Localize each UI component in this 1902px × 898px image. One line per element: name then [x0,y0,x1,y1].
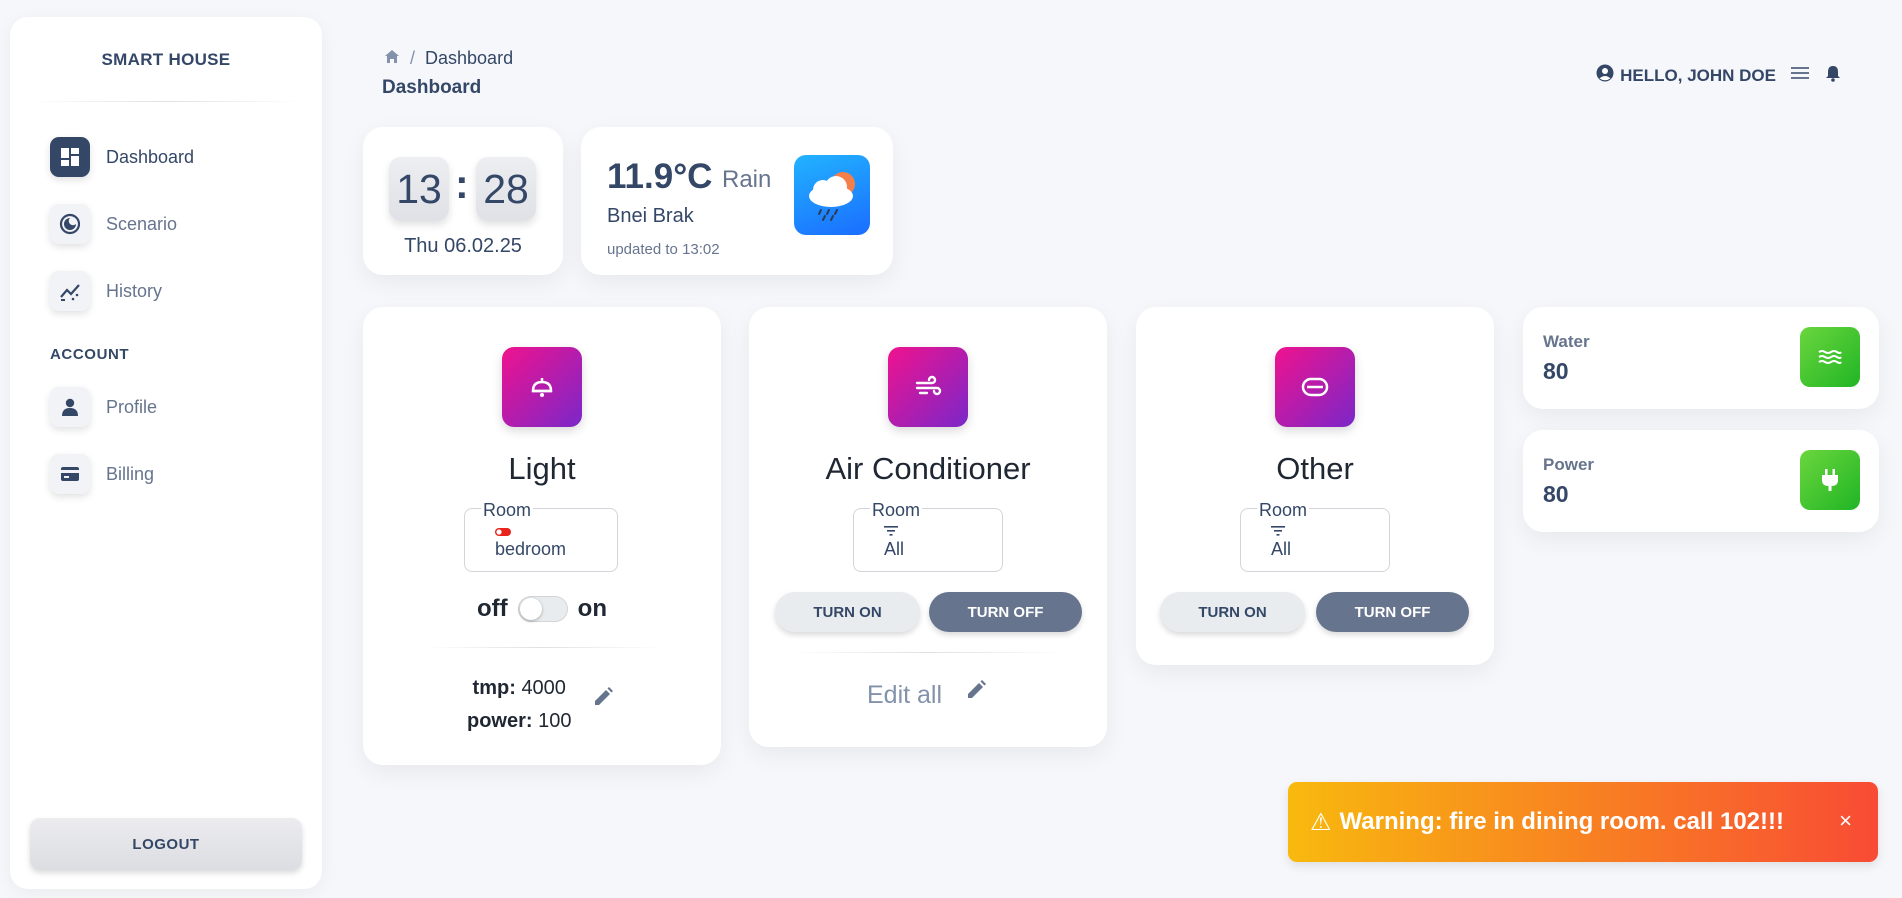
tmp-value: 4000 [521,677,566,699]
light-card: Light Room bedroom off on tmp: 4000 powe… [363,307,721,765]
device-icon [1275,347,1355,427]
alert-message: Warning: fire in dining room. call 102!!… [1339,808,1784,835]
sidebar-item-label: History [106,280,163,301]
sidebar-item-label: Dashboard [106,146,195,167]
room-value: All [1271,539,1292,559]
wind-icon [888,347,968,427]
sidebar-item-dashboard[interactable]: Dashboard [50,137,194,177]
sidebar-item-history[interactable]: History [50,271,162,311]
weather-temperature: 11.9°C [607,157,713,196]
rain-cloud-icon [794,155,870,235]
dashboard-icon [50,137,90,177]
lamp-icon [502,347,582,427]
room-label: Room [481,500,534,521]
sidebar-item-scenario[interactable]: Scenario [50,204,177,244]
plug-icon [1800,450,1860,510]
sidebar-item-label: Scenario [106,213,178,234]
breadcrumb-current: Dashboard [425,48,514,68]
sidebar-item-label: Billing [106,463,155,484]
home-icon[interactable] [384,48,400,69]
clock-date: Thu 06.02.25 [404,235,522,257]
weather-updated: updated to 13:02 [607,241,720,258]
light-stats: tmp: 4000 power: 100 [467,672,572,738]
clock-minutes: 28 [476,157,536,221]
pencil-icon[interactable] [591,685,615,714]
turn-on-button[interactable]: TURN ON [775,592,920,632]
edit-all-link[interactable]: Edit all [867,681,942,710]
sidebar-item-profile[interactable]: Profile [50,387,157,427]
brand-title: SMART HOUSE [101,50,231,69]
power-label: power: [467,710,533,732]
clock-card: 13 : 28 Thu 06.02.25 [363,127,563,275]
menu-icon[interactable] [1790,65,1810,86]
weather-city: Bnei Brak [607,205,694,227]
air-conditioner-card: Air Conditioner Room All TURN ON TURN OF… [749,307,1107,747]
divider [28,101,304,102]
room-select[interactable]: Room bedroom [464,500,618,572]
warning-alert: ⚠ Warning: fire in dining room. call 102… [1288,782,1878,862]
device-title: Air Conditioner [825,451,1031,486]
logout-button[interactable]: LOGOUT [30,818,302,870]
other-card: Other Room All TURN ON TURN OFF [1136,307,1494,665]
stat-label: Water [1543,332,1590,351]
room-label: Room [1257,500,1310,521]
greeting-text: HELLO, JOHN DOE [1620,65,1776,85]
turn-off-button[interactable]: TURN OFF [1316,592,1469,632]
sidebar: SMART HOUSE Dashboard Scenario History A… [10,17,322,889]
power-value: 100 [538,710,572,732]
credit-card-icon [50,454,90,494]
stat-value: 80 [1543,358,1569,384]
close-icon[interactable]: × [1839,808,1852,834]
divider [423,647,661,648]
breadcrumb: / Dashboard [384,48,513,69]
breadcrumb-separator: / [410,48,416,68]
person-icon [50,387,90,427]
scenario-icon [50,204,90,244]
power-stat-card: Power 80 [1523,430,1879,532]
header-actions: HELLO, JOHN DOE [1596,64,1842,87]
weather-condition: Rain [722,166,772,193]
clock-colon: : [455,161,469,207]
device-title: Light [508,451,576,486]
off-label: off [477,595,508,622]
user-circle-icon [1596,64,1614,87]
sidebar-item-label: Profile [106,396,158,417]
clock-hours: 13 [389,157,449,221]
room-value: All [884,539,905,559]
stat-value: 80 [1543,481,1569,507]
power-toggle-row: off on [363,595,721,623]
pencil-icon[interactable] [964,678,988,707]
stat-label: Power [1543,455,1595,474]
page-title: Dashboard [382,77,482,98]
weather-card: 11.9°C Rain Bnei Brak updated to 13:02 [581,127,893,275]
water-icon [1800,327,1860,387]
sidebar-item-billing[interactable]: Billing [50,454,154,494]
turn-off-button[interactable]: TURN OFF [929,592,1082,632]
section-title-account: ACCOUNT [50,346,130,363]
warning-icon: ⚠ [1310,808,1332,836]
device-title: Other [1276,451,1354,486]
divider [789,652,1067,653]
room-value: bedroom [495,539,567,559]
turn-on-button[interactable]: TURN ON [1160,592,1305,632]
room-select[interactable]: Room All [853,500,1003,572]
power-switch[interactable] [517,596,568,622]
on-label: on [577,595,607,622]
room-label: Room [870,500,923,521]
bell-icon[interactable] [1824,64,1842,87]
water-stat-card: Water 80 [1523,307,1879,409]
switch-knob [519,598,542,620]
user-greeting[interactable]: HELLO, JOHN DOE [1596,64,1776,87]
history-icon [50,271,90,311]
room-select[interactable]: Room All [1240,500,1390,572]
tmp-label: tmp: [472,677,516,699]
